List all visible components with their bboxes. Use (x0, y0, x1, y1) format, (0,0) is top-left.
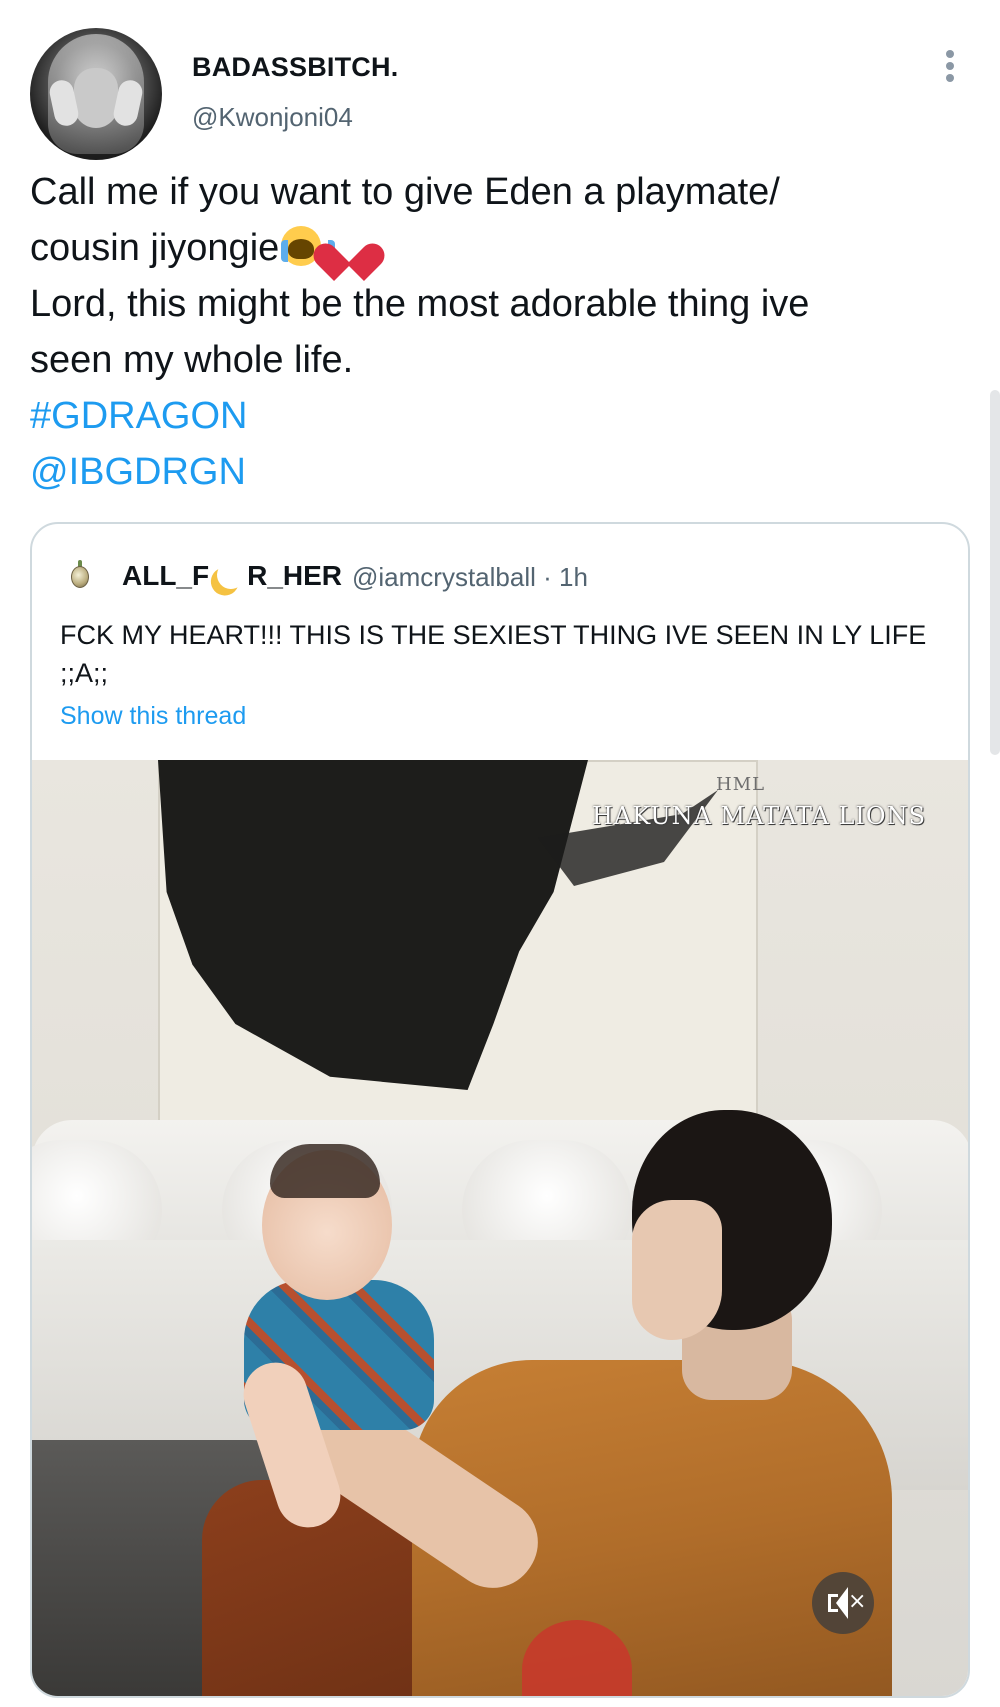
mute-x: × (848, 1589, 867, 1614)
tweet-line: Call me if you want to give Eden a playm… (30, 171, 780, 213)
quoted-handle-text: @iamcrystalball (352, 562, 536, 592)
video-player[interactable]: HML HAKUNA MATATA LIONS × (32, 760, 968, 1696)
watermark: HAKUNA MATATA LIONS (592, 802, 927, 830)
user-handle[interactable]: @Kwonjoni04 (192, 102, 353, 133)
bulb-icon (71, 566, 89, 588)
show-thread-link[interactable]: Show this thread (60, 702, 246, 731)
quoted-name-part: R_HER (247, 560, 343, 591)
tweet-line: seen my whole life. (30, 339, 354, 381)
avatar-face (74, 68, 118, 128)
mention-link[interactable]: @IBGDRGN (30, 444, 980, 500)
quoted-handle[interactable]: @iamcrystalball · 1h (352, 562, 588, 593)
hashtag-link[interactable]: #GDRAGON (30, 388, 980, 444)
quoted-timestamp: · 1h (543, 562, 588, 592)
crescent-moon-icon (213, 557, 249, 593)
man-face (632, 1200, 722, 1340)
quoted-avatar[interactable] (68, 560, 92, 590)
watermark-small: HML (716, 774, 766, 795)
baby-hair (270, 1144, 380, 1198)
more-options-icon[interactable] (938, 46, 962, 86)
tweet-line: cousin jiyongie (30, 227, 280, 269)
red-heart-icon (327, 226, 371, 266)
quoted-tweet[interactable]: ALL_F R_HER @iamcrystalball · 1h FCK MY H… (30, 522, 970, 1698)
quoted-text: FCK MY HEART!!! THIS IS THE SEXIEST THIN… (60, 620, 927, 688)
tweet-line-with-emoji: cousin jiyongie (30, 220, 980, 276)
speaker-cone (836, 1587, 848, 1619)
tweet: BADASSBITCH. @Kwonjoni04 Call me if you … (0, 0, 1000, 1707)
tweet-text: Call me if you want to give Eden a playm… (30, 164, 980, 500)
speaker-muted-icon[interactable]: × (812, 1572, 874, 1634)
painting-ink (158, 760, 588, 1090)
quoted-display-name[interactable]: ALL_F R_HER (122, 560, 342, 592)
scrollbar[interactable] (990, 390, 1000, 755)
avatar[interactable] (30, 28, 162, 160)
display-name[interactable]: BADASSBITCH. (192, 52, 398, 83)
tweet-line: Lord, this might be the most adorable th… (30, 283, 810, 325)
quoted-name-part: ALL_F (122, 560, 210, 591)
